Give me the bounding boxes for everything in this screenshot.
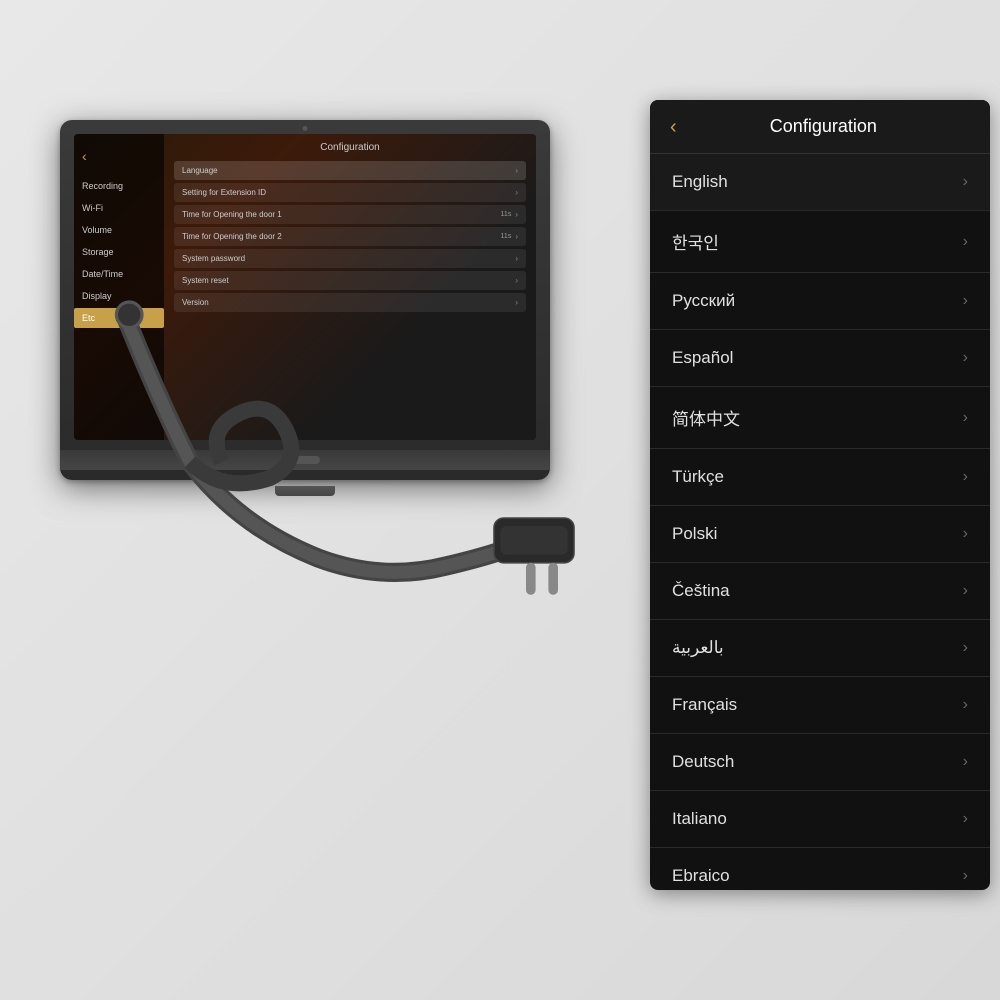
phone-title: Configuration bbox=[697, 116, 950, 137]
device-container: ‹ Recording Wi-Fi Volume Storage bbox=[30, 120, 590, 700]
screen-back-button[interactable]: ‹ bbox=[74, 144, 164, 168]
lang-item-français[interactable]: Français › bbox=[650, 677, 990, 734]
screen-config-title: Configuration bbox=[174, 142, 526, 153]
camera-dot bbox=[303, 126, 308, 131]
lang-chevron-icon: › bbox=[963, 349, 968, 367]
phone-panel: ‹ Configuration English › 한국인 › Русский … bbox=[650, 100, 990, 890]
lang-item-español[interactable]: Español › bbox=[650, 330, 990, 387]
lang-chevron-icon: › bbox=[963, 173, 968, 191]
lang-chevron-icon: › bbox=[963, 753, 968, 771]
lang-item-english[interactable]: English › bbox=[650, 154, 990, 211]
lang-name: Deutsch bbox=[672, 752, 734, 772]
lang-item-polski[interactable]: Polski › bbox=[650, 506, 990, 563]
lang-chevron-icon: › bbox=[963, 233, 968, 251]
lang-item-русский[interactable]: Русский › bbox=[650, 273, 990, 330]
lang-chevron-icon: › bbox=[963, 639, 968, 657]
lang-name: 한국인 bbox=[672, 229, 719, 254]
lang-chevron-icon: › bbox=[963, 468, 968, 486]
lang-name: Čeština bbox=[672, 581, 730, 601]
lang-chevron-icon: › bbox=[963, 810, 968, 828]
language-list: English › 한국인 › Русский › Español › 简体中文… bbox=[650, 154, 990, 890]
lang-item-deutsch[interactable]: Deutsch › bbox=[650, 734, 990, 791]
lang-name: Ebraico bbox=[672, 866, 730, 886]
lang-name: English bbox=[672, 172, 728, 192]
lang-chevron-icon: › bbox=[963, 292, 968, 310]
lang-item-türkçe[interactable]: Türkçe › bbox=[650, 449, 990, 506]
lang-chevron-icon: › bbox=[963, 867, 968, 885]
lang-item-čeština[interactable]: Čeština › bbox=[650, 563, 990, 620]
lang-name: 简体中文 bbox=[672, 405, 740, 430]
lang-name: Español bbox=[672, 348, 733, 368]
lang-chevron-icon: › bbox=[963, 409, 968, 427]
lang-item-بالعربية[interactable]: بالعربية › bbox=[650, 620, 990, 677]
lang-chevron-icon: › bbox=[963, 582, 968, 600]
lang-name: Türkçe bbox=[672, 467, 724, 487]
lang-item-italiano[interactable]: Italiano › bbox=[650, 791, 990, 848]
lang-name: Français bbox=[672, 695, 737, 715]
lang-name: Polski bbox=[672, 524, 717, 544]
lang-item-简体中文[interactable]: 简体中文 › bbox=[650, 387, 990, 449]
power-cable bbox=[30, 180, 590, 760]
config-language[interactable]: Language › bbox=[174, 161, 526, 180]
lang-chevron-icon: › bbox=[963, 525, 968, 543]
phone-back-button[interactable]: ‹ bbox=[670, 117, 677, 137]
lang-name: Italiano bbox=[672, 809, 727, 829]
lang-name: بالعربية bbox=[672, 638, 724, 658]
lang-name: Русский bbox=[672, 291, 735, 311]
lang-item-한국인[interactable]: 한국인 › bbox=[650, 211, 990, 273]
lang-chevron-icon: › bbox=[963, 696, 968, 714]
phone-header: ‹ Configuration bbox=[650, 100, 990, 154]
lang-item-ebraico[interactable]: Ebraico › bbox=[650, 848, 990, 890]
